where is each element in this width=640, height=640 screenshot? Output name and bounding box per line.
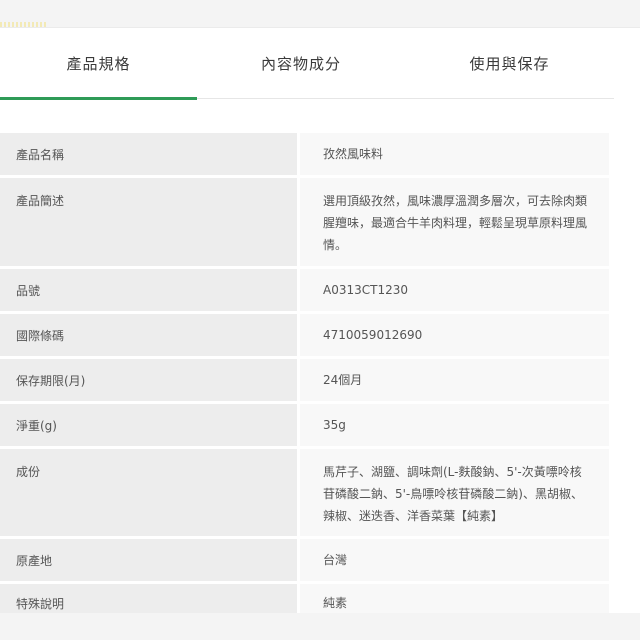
table-row: 原產地 台灣 [0, 539, 609, 584]
spec-label: 國際條碼 [0, 314, 300, 356]
table-row: 成份 馬芹子、湖鹽、調味劑(L-麩酸鈉、5'-次黃嘌呤核苷磷酸二鈉、5'-鳥嘌呤… [0, 449, 609, 539]
table-row: 國際條碼 4710059012690 [0, 314, 609, 359]
table-row: 產品簡述 選用頂級孜然，風味濃厚溫潤多層次，可去除肉類腥羶味，最適合牛羊肉料理，… [0, 178, 609, 269]
table-row: 淨重(g) 35g [0, 404, 609, 449]
spec-value: 選用頂級孜然，風味濃厚溫潤多層次，可去除肉類腥羶味，最適合牛羊肉料理，輕鬆呈現草… [300, 178, 609, 266]
spec-label: 品號 [0, 269, 300, 311]
spec-value: 35g [300, 404, 609, 446]
spec-value: 台灣 [300, 539, 609, 581]
bottom-strip [0, 613, 640, 640]
spec-value: 24個月 [300, 359, 609, 401]
spec-label: 產品名稱 [0, 133, 300, 175]
top-strip [0, 0, 640, 30]
spec-table: 產品名稱 孜然風味料 產品簡述 選用頂級孜然，風味濃厚溫潤多層次，可去除肉類腥羶… [0, 133, 609, 622]
tab-usage-storage[interactable]: 使用與保存 [405, 28, 614, 99]
table-row: 產品名稱 孜然風味料 [0, 133, 609, 178]
spec-value: 4710059012690 [300, 314, 609, 356]
spec-label: 保存期限(月) [0, 359, 300, 401]
spec-label: 原產地 [0, 539, 300, 581]
product-info-card: 產品規格 內容物成分 使用與保存 產品名稱 孜然風味料 產品簡述 選用頂級孜然，… [0, 27, 640, 622]
table-row: 保存期限(月) 24個月 [0, 359, 609, 404]
tab-ingredients[interactable]: 內容物成分 [197, 28, 405, 99]
spec-label: 淨重(g) [0, 404, 300, 446]
spec-label: 產品簡述 [0, 178, 300, 266]
spec-label: 成份 [0, 449, 300, 536]
table-row: 品號 A0313CT1230 [0, 269, 609, 314]
spec-value: 孜然風味料 [300, 133, 609, 175]
spec-value: A0313CT1230 [300, 269, 609, 311]
tab-bar: 產品規格 內容物成分 使用與保存 [0, 28, 614, 100]
tab-product-spec[interactable]: 產品規格 [0, 28, 197, 100]
spec-value: 馬芹子、湖鹽、調味劑(L-麩酸鈉、5'-次黃嘌呤核苷磷酸二鈉、5'-鳥嘌呤核苷磷… [300, 449, 609, 536]
